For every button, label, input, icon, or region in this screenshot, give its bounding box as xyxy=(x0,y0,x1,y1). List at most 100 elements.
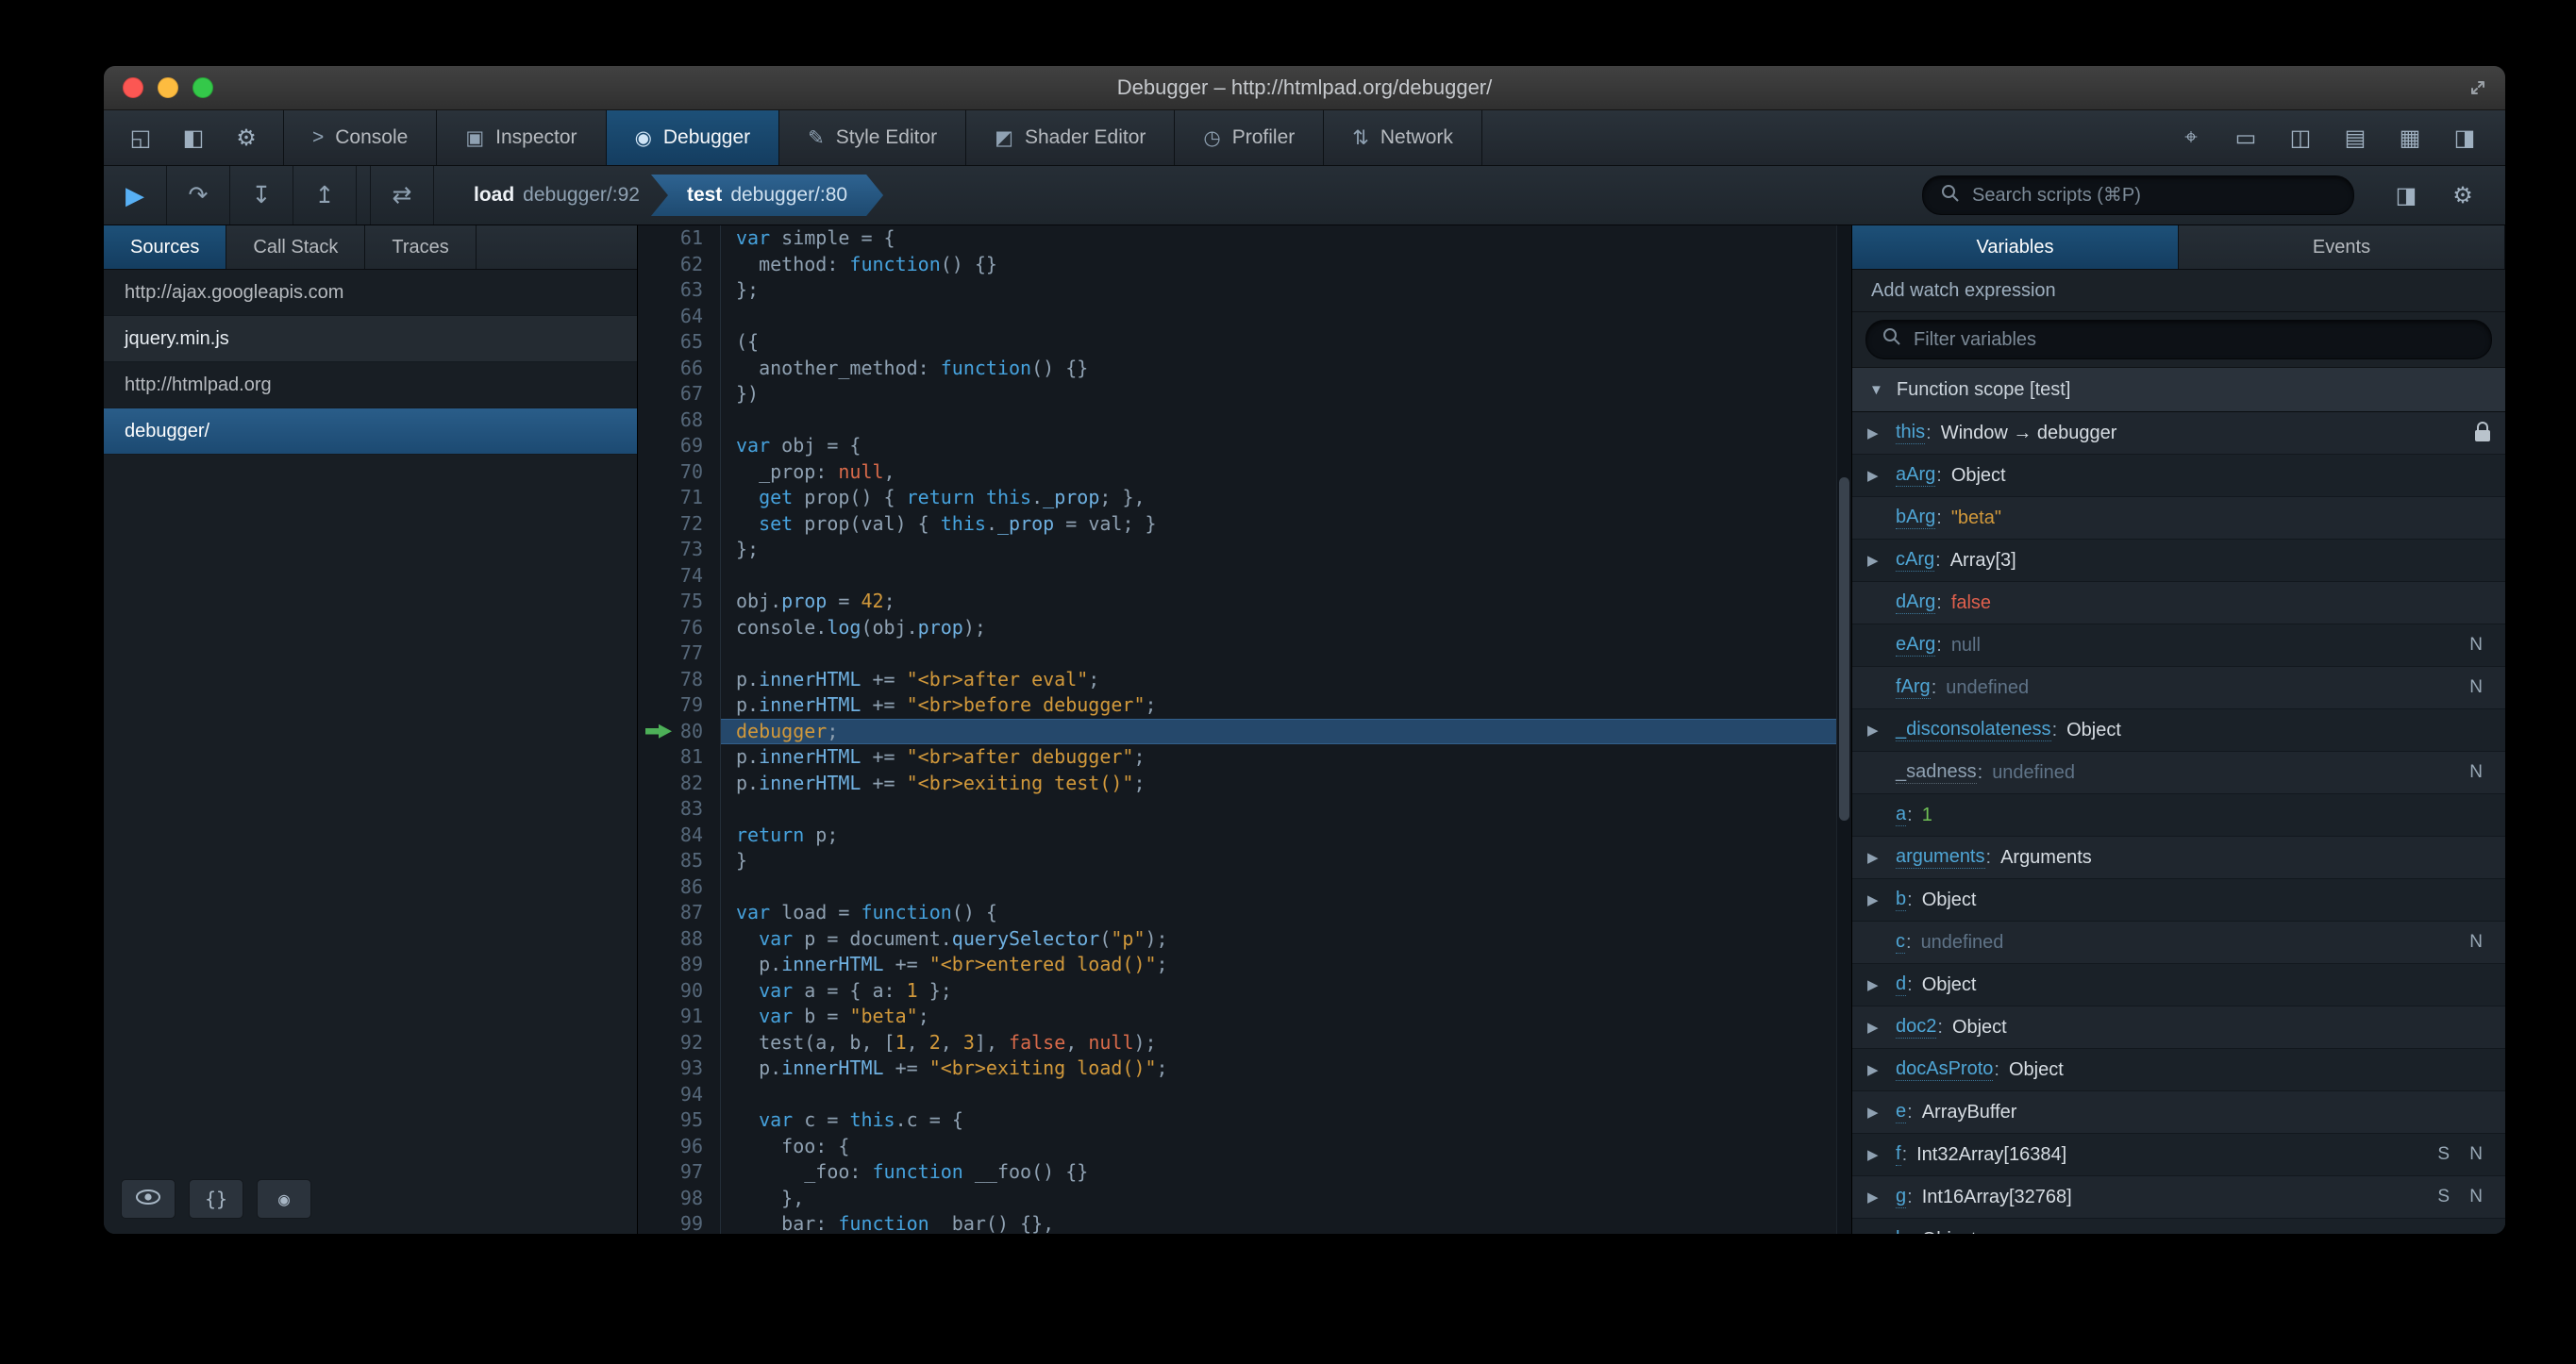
expand-arrow-icon[interactable]: ▶ xyxy=(1867,424,1896,441)
code-text[interactable]: } xyxy=(721,848,1851,874)
variable-row-doc2[interactable]: ▶ doc2: Object xyxy=(1852,1006,2505,1049)
gutter-line-number[interactable]: 70 xyxy=(638,458,721,485)
gutter-line-number[interactable]: 66 xyxy=(638,355,721,381)
variable-name[interactable]: h xyxy=(1896,1228,1906,1234)
gutter-line-number[interactable]: 80 xyxy=(638,718,721,744)
tab-console[interactable]: > Console xyxy=(284,110,438,165)
eyedropper-icon[interactable]: ◨ xyxy=(2441,118,2488,158)
code-text[interactable]: another_method: function() {} xyxy=(721,356,1851,382)
code-text[interactable]: debugger; xyxy=(721,718,1851,744)
variable-value[interactable]: Object xyxy=(1952,1017,2007,1039)
expand-arrow-icon[interactable]: ▶ xyxy=(1867,891,1896,908)
variable-row-c[interactable]: c: undefined N xyxy=(1852,922,2505,964)
code-text[interactable]: return p; xyxy=(721,823,1851,849)
tab-events[interactable]: Events xyxy=(2179,225,2505,269)
variable-name[interactable]: c xyxy=(1896,931,1905,954)
variable-name[interactable]: aArg xyxy=(1896,464,1936,487)
variable-row-carg[interactable]: ▶ cArg: Array[3] xyxy=(1852,540,2505,582)
gutter-line-number[interactable]: 88 xyxy=(638,925,721,952)
variable-name[interactable]: cArg xyxy=(1896,549,1935,572)
variable-value[interactable]: undefined xyxy=(1992,762,2075,784)
code-text[interactable]: get prop() { return this._prop; }, xyxy=(721,485,1851,511)
code-text[interactable] xyxy=(721,1082,1851,1108)
gutter-line-number[interactable]: 82 xyxy=(638,770,721,796)
tab-profiler[interactable]: ◷ Profiler xyxy=(1175,110,1325,165)
step-out-button[interactable]: ↥ xyxy=(293,166,357,225)
gutter-line-number[interactable]: 97 xyxy=(638,1159,721,1186)
code-text[interactable]: p.innerHTML += "<br>exiting test()"; xyxy=(721,771,1851,797)
gutter-line-number[interactable]: 76 xyxy=(638,614,721,640)
gutter-line-number[interactable]: 68 xyxy=(638,407,721,433)
code-text[interactable] xyxy=(721,874,1851,901)
variable-row-this[interactable]: ▶ this: Window → debugger xyxy=(1852,412,2505,455)
pause-on-exceptions-button[interactable]: ◉ xyxy=(257,1179,311,1219)
source-item-http-ajax-googleapis-com[interactable]: http://ajax.googleapis.com xyxy=(104,270,637,316)
code-text[interactable]: bar: function _bar() {}, xyxy=(721,1211,1851,1234)
variable-value[interactable]: 1 xyxy=(1922,805,1932,826)
code-text[interactable]: p.innerHTML += "<br>after debugger"; xyxy=(721,744,1851,771)
responsive-mode-icon[interactable]: ◫ xyxy=(2277,118,2324,158)
variable-value[interactable]: null xyxy=(1951,635,1981,657)
scratchpad-icon[interactable]: ▤ xyxy=(2332,118,2379,158)
variable-name[interactable]: d xyxy=(1896,973,1907,996)
gutter-line-number[interactable]: 61 xyxy=(638,225,721,252)
code-text[interactable]: p.innerHTML += "<br>exiting load()"; xyxy=(721,1056,1851,1082)
variable-name[interactable]: g xyxy=(1896,1186,1907,1208)
expand-arrow-icon[interactable]: ▶ xyxy=(1867,1061,1896,1078)
source-item-jquery-min-js[interactable]: jquery.min.js xyxy=(104,316,637,362)
gutter-line-number[interactable]: 96 xyxy=(638,1133,721,1159)
code-text[interactable]: method: function() {} xyxy=(721,252,1851,278)
variable-value[interactable]: Object xyxy=(1922,1229,1977,1235)
gutter-line-number[interactable]: 92 xyxy=(638,1029,721,1056)
code-text[interactable]: obj.prop = 42; xyxy=(721,589,1851,615)
code-text[interactable]: p.innerHTML += "<br>after eval"; xyxy=(721,667,1851,693)
variable-name[interactable]: dArg xyxy=(1896,591,1936,614)
code-text[interactable] xyxy=(721,640,1851,667)
gutter-line-number[interactable]: 87 xyxy=(638,900,721,926)
variable-row-arguments[interactable]: ▶ arguments: Arguments xyxy=(1852,837,2505,879)
gutter-line-number[interactable]: 78 xyxy=(638,666,721,692)
prettyprint-button[interactable]: {} xyxy=(189,1179,243,1219)
toggle-sidebar-icon[interactable]: ◧ xyxy=(170,118,217,158)
gutter-line-number[interactable]: 84 xyxy=(638,822,721,848)
code-text[interactable]: console.log(obj.prop); xyxy=(721,615,1851,641)
code-text[interactable]: }) xyxy=(721,381,1851,408)
gutter-line-number[interactable]: 65 xyxy=(638,329,721,356)
variable-value[interactable]: undefined xyxy=(1946,677,2029,699)
variable-name[interactable]: b xyxy=(1896,889,1907,911)
code-text[interactable]: var c = this.c = { xyxy=(721,1107,1851,1134)
variable-row--sadness[interactable]: _sadness: undefined N xyxy=(1852,752,2505,794)
expand-arrow-icon[interactable]: ▶ xyxy=(1867,1231,1896,1234)
variable-value[interactable]: undefined xyxy=(1921,932,2004,954)
variable-value[interactable]: Object xyxy=(1922,890,1977,911)
variable-row-farg[interactable]: fArg: undefined N xyxy=(1852,667,2505,709)
variable-name[interactable]: docAsProto xyxy=(1896,1058,1994,1081)
code-text[interactable]: var obj = { xyxy=(721,433,1851,459)
variable-row--disconsolateness[interactable]: ▶ _disconsolateness: Object xyxy=(1852,709,2505,752)
expand-arrow-icon[interactable]: ▶ xyxy=(1867,849,1896,866)
variable-name[interactable]: _disconsolateness xyxy=(1896,719,2051,741)
tab-debugger[interactable]: ◉ Debugger xyxy=(606,110,780,165)
code-text[interactable]: _foo: function __foo() {} xyxy=(721,1159,1851,1186)
gutter-line-number[interactable]: 91 xyxy=(638,1004,721,1030)
code-text[interactable]: p.innerHTML += "<br>before debugger"; xyxy=(721,692,1851,719)
code-text[interactable] xyxy=(721,563,1851,590)
variable-name[interactable]: this xyxy=(1896,422,1926,444)
undock-window-icon[interactable]: ◱ xyxy=(117,118,164,158)
code-text[interactable]: ({ xyxy=(721,329,1851,356)
variable-value[interactable]: Object xyxy=(1951,465,2006,487)
zoom-button[interactable] xyxy=(192,77,213,98)
variable-value[interactable]: Object xyxy=(1922,974,1977,996)
gutter-line-number[interactable]: 72 xyxy=(638,510,721,537)
variable-row-docasproto[interactable]: ▶ docAsProto: Object xyxy=(1852,1049,2505,1091)
add-watch-expression[interactable]: Add watch expression xyxy=(1852,270,2505,312)
variable-name[interactable]: doc2 xyxy=(1896,1016,1937,1039)
source-item-debugger-[interactable]: debugger/ xyxy=(104,408,637,455)
variable-row-b[interactable]: ▶ b: Object xyxy=(1852,879,2505,922)
variable-name[interactable]: _sadness xyxy=(1896,761,1977,784)
gutter-line-number[interactable]: 93 xyxy=(638,1056,721,1082)
gutter-line-number[interactable]: 67 xyxy=(638,381,721,408)
tab-shader-editor[interactable]: ◩ Shader Editor xyxy=(966,110,1176,165)
gutter-line-number[interactable]: 73 xyxy=(638,537,721,563)
variable-name[interactable]: a xyxy=(1896,804,1907,826)
